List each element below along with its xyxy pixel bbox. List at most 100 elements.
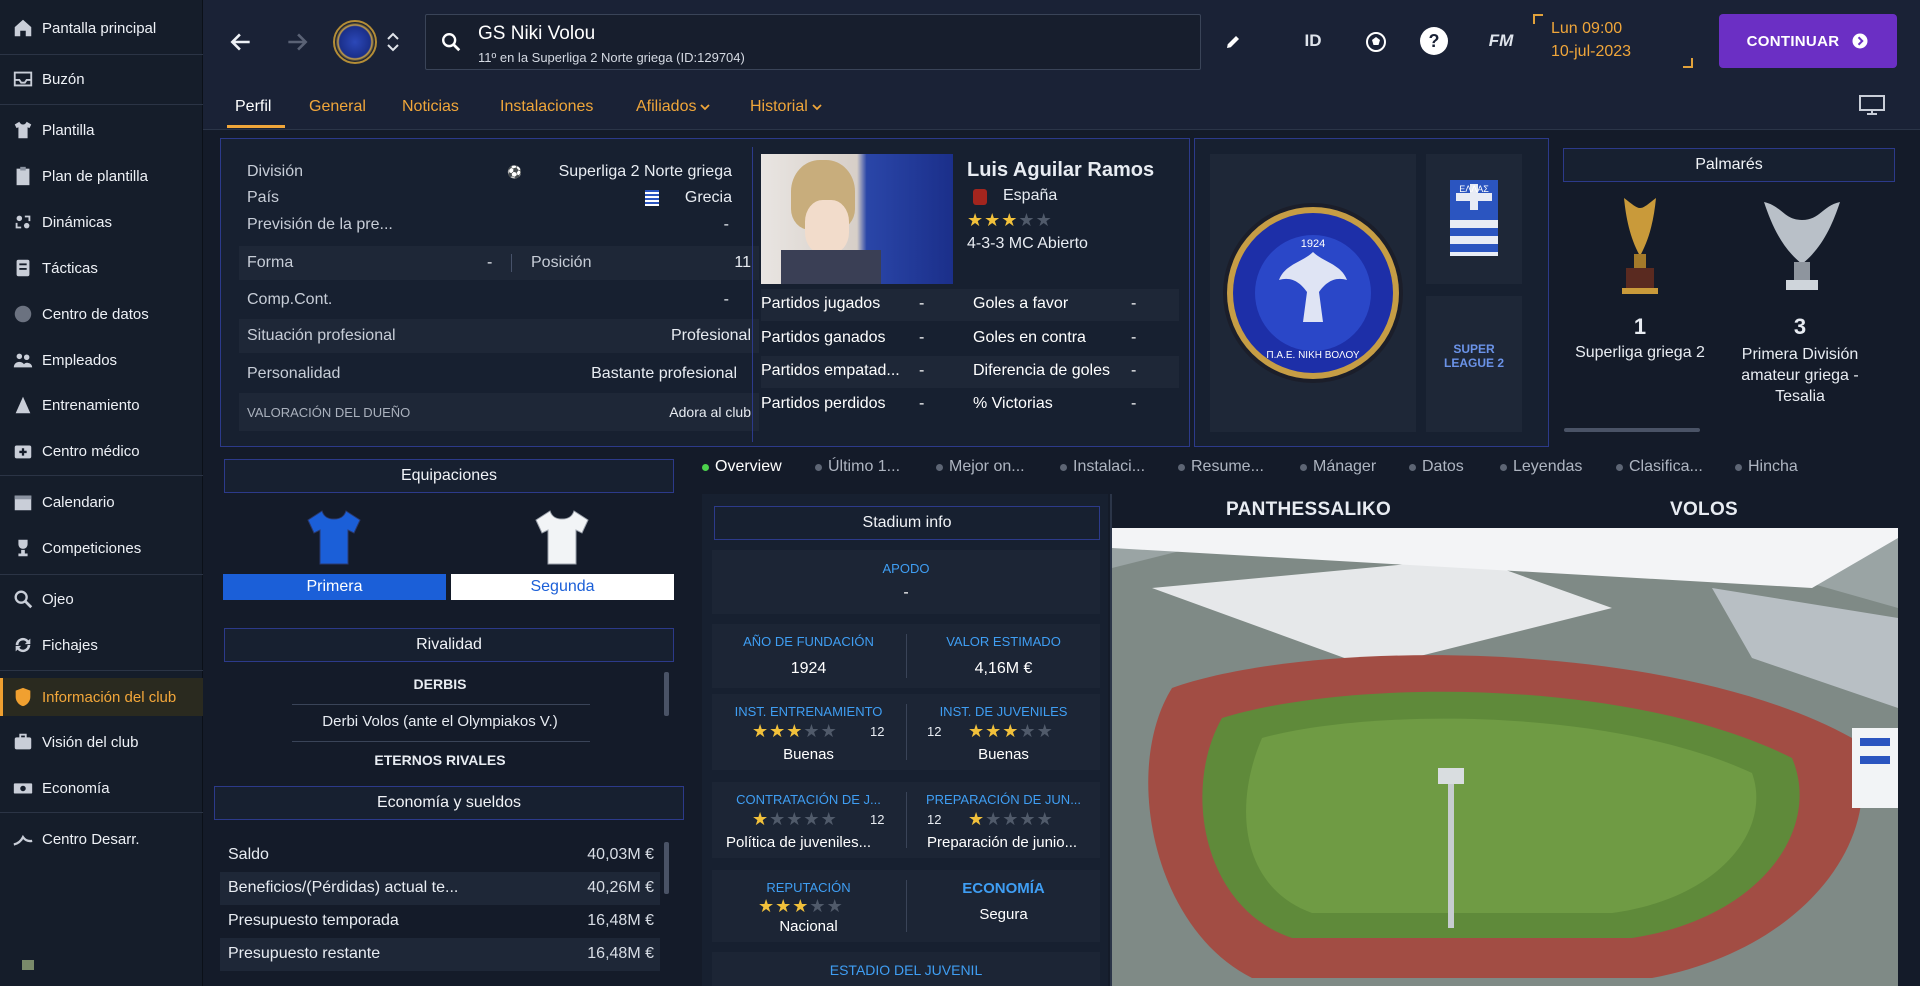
sidebar-item-calendar[interactable]: Calendario [0,484,203,520]
tab-affiliates[interactable]: Afiliados [636,92,711,122]
subtab-fans[interactable]: Hincha [1735,458,1798,476]
subtab-label: Clasifica... [1629,458,1703,475]
sidebar: Pantalla principal Buzón Plantilla Plan … [0,0,203,986]
stat-label: Partidos ganados [761,329,886,346]
tab-profile[interactable]: Perfil [226,92,287,128]
app-root: Pantalla principal Buzón Plantilla Plan … [0,0,1920,986]
sidebar-item-staff[interactable]: Empleados [0,342,203,378]
divider [292,704,590,705]
manager-name[interactable]: Luis Aguilar Ramos [967,159,1154,182]
sidebar-item-tactics[interactable]: Tácticas [0,250,203,286]
palmares-scrollbar[interactable] [1564,428,1700,432]
subtab-last[interactable]: Último 1... [815,458,900,476]
away-kit-label[interactable]: Segunda [451,574,674,600]
stat-value: - [919,329,925,346]
sidebar-item-home[interactable]: Pantalla principal [0,10,203,46]
reputation-box: REPUTACIÓN ★ ★ ★ ★ ★ Nacional ECONOMÍA Segur… [712,870,1100,942]
tab-general[interactable]: General [309,92,366,122]
continue-button[interactable]: CONTINUAR [1719,14,1897,68]
rivalry-scrollbar[interactable] [664,672,669,716]
greece-flag-icon [645,190,659,206]
tab-history[interactable]: Historial [750,92,822,122]
tab-label: Noticias [402,98,459,115]
sidebar-item-label: Centro Desarr. [42,830,140,848]
id-button[interactable]: ID [1295,26,1331,56]
subtab-standings[interactable]: Clasifica... [1616,458,1703,476]
sidebar-divider [0,812,203,813]
sidebar-item-label: Pantalla principal [42,19,157,37]
display-button[interactable] [1855,90,1889,120]
subtab-manager[interactable]: Mánager [1300,458,1376,476]
training-icon [12,394,42,416]
club-switcher[interactable] [383,24,403,60]
sidebar-item-data-center[interactable]: Centro de datos [0,296,203,332]
league-frame: SUPER LEAGUE 2 [1426,296,1522,432]
tab-label: General [309,98,366,115]
sidebar-item-training[interactable]: Entrenamiento [0,387,203,423]
ball-button[interactable] [1359,26,1393,58]
sidebar-item-club-info[interactable]: Información del club [0,678,203,716]
home-kit-label[interactable]: Primera [223,574,446,600]
finance-row: Presupuesto temporada 16,48M € [220,905,660,938]
rivals-label: ETERNOS RIVALES [374,752,506,768]
division-value[interactable]: Superliga 2 Norte griega [559,163,732,181]
stadium-city: VOLOS [1670,499,1739,520]
trophy-name[interactable]: Superliga griega 2 [1560,344,1720,362]
sidebar-item-club-vision[interactable]: Visión del club [0,724,203,760]
derby-item[interactable]: Derbi Volos (ante el Olympiakos V.) [290,713,590,730]
tab-facilities[interactable]: Instalaciones [500,92,593,122]
club-profile-panel: División ⚽ Superliga 2 Norte griega País… [220,138,1190,447]
sidebar-item-competitions[interactable]: Competiciones [0,530,203,566]
country-value[interactable]: Grecia [685,189,732,207]
subtab-best[interactable]: Mejor on... [936,458,1025,476]
sidebar-item-transfers[interactable]: Fichajes [0,627,203,663]
sidebar-item-scouting[interactable]: Ojeo [0,581,203,617]
stadium-image[interactable] [1112,528,1898,986]
sidebar-item-label: Información del club [42,688,177,706]
owner-row: VALORACIÓN DEL DUEÑO Adora al club [239,393,759,431]
corner-decoration [1533,14,1543,24]
finance-label: Presupuesto restante [228,945,381,962]
sidebar-divider [0,54,203,55]
sidebar-item-inbox[interactable]: Buzón [0,61,203,97]
back-button[interactable] [223,24,259,60]
nickname-box: APODO - [712,550,1100,614]
subtab-data[interactable]: Datos [1409,458,1464,476]
date-display[interactable]: Lun 09:00 10-jul-2023 [1533,14,1693,68]
sidebar-item-label: Empleados [42,351,118,369]
subtab-legends[interactable]: Leyendas [1500,458,1582,476]
game-date: 10-jul-2023 [1551,43,1632,60]
status-row: Situación profesional Profesional [239,319,759,353]
subtab-summary[interactable]: Resume... [1178,458,1264,476]
manager-photo[interactable] [761,154,953,284]
sidebar-item-squad-plan[interactable]: Plan de plantilla [0,158,203,194]
sidebar-item-development[interactable]: Centro Desarr. [0,821,203,857]
fm-button[interactable]: FM [1481,26,1521,56]
chevron-down-icon [812,104,822,111]
search-icon [442,33,461,52]
youth-stadium-label: ESTADIO DEL JUVENIL [829,962,983,978]
tab-news[interactable]: Noticias [402,92,459,122]
continue-label: CONTINUAR [1746,32,1840,50]
sidebar-item-dynamics[interactable]: Dinámicas [0,204,203,240]
edit-button[interactable] [1219,28,1247,56]
nickname-label: APODO [882,561,930,576]
sidebar-item-finance[interactable]: Economía [0,770,203,806]
search-bar[interactable]: GS Niki Volou 11º en la Superliga 2 Nort… [425,14,1201,70]
sidebar-item-label: Plan de plantilla [42,167,148,185]
sidebar-item-label: Competiciones [42,539,142,557]
subtab-facilities[interactable]: Instalaci... [1060,458,1145,476]
subtab-overview[interactable]: Overview [702,458,782,476]
sidebar-item-medical[interactable]: Centro médico [0,433,203,469]
trophy-name[interactable]: Primera División amateur griega - Tesali… [1726,344,1874,407]
sidebar-divider [0,475,203,476]
help-button[interactable]: ? [1420,27,1448,55]
sidebar-item-squad[interactable]: Plantilla [0,112,203,148]
forward-button[interactable] [279,24,315,60]
league-logo-icon: ⚽ [507,165,522,179]
reputation-value: Nacional [779,918,838,935]
recruitment-label: CONTRATACIÓN DE J... [736,792,881,807]
reputation-label: REPUTACIÓN [766,880,851,895]
club-crest-button[interactable] [333,20,377,64]
finance-scrollbar[interactable] [664,842,669,894]
